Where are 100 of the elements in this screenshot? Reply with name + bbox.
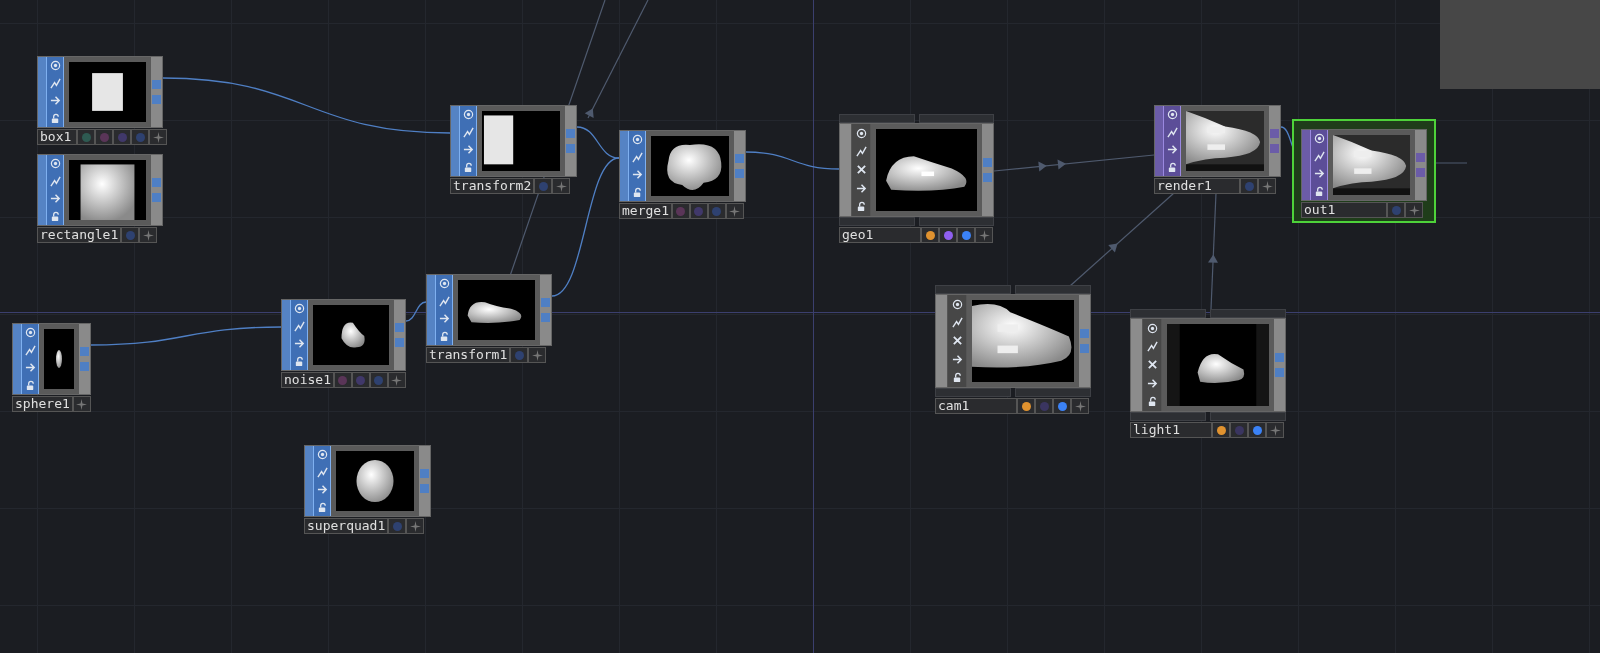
plus-icon[interactable] [409, 520, 421, 532]
bolt-icon[interactable] [24, 344, 36, 356]
operator-node[interactable] [37, 56, 163, 128]
plus-icon[interactable] [978, 229, 990, 241]
arrow-icon[interactable] [49, 95, 61, 107]
arrow-icon[interactable] [855, 182, 867, 194]
plus-icon[interactable] [1408, 204, 1420, 216]
operator-node[interactable] [1154, 105, 1281, 177]
bolt-icon[interactable] [1166, 126, 1178, 138]
bolt-icon[interactable] [49, 77, 61, 89]
plus-icon[interactable] [729, 205, 741, 217]
node-name[interactable]: transform2 [450, 178, 535, 194]
plus-icon[interactable] [391, 374, 403, 386]
lock-icon[interactable] [438, 330, 450, 342]
node-tab[interactable] [1015, 388, 1091, 397]
arrow-icon[interactable] [1313, 168, 1325, 180]
viewer-icon[interactable] [438, 278, 450, 290]
operator-node[interactable] [1130, 318, 1286, 412]
flag-dot[interactable] [125, 230, 135, 240]
plus-icon[interactable] [152, 131, 164, 143]
node-tab[interactable] [918, 217, 994, 226]
bolt-icon[interactable] [293, 320, 305, 332]
operator-node[interactable] [619, 130, 746, 202]
lock-icon[interactable] [49, 112, 61, 124]
viewer-icon[interactable] [631, 134, 643, 146]
node-tab[interactable] [839, 217, 915, 226]
node-name[interactable]: light1 [1130, 422, 1212, 438]
node-name[interactable]: merge1 [619, 203, 672, 219]
lock-icon[interactable] [49, 210, 61, 222]
operator-node[interactable] [304, 445, 431, 517]
input-bar[interactable] [282, 300, 290, 370]
lock-icon[interactable] [24, 379, 36, 391]
node-tab[interactable] [1210, 309, 1286, 318]
plus-icon[interactable] [1261, 180, 1273, 192]
node-name[interactable]: geo1 [839, 227, 921, 243]
lock-icon[interactable] [1166, 161, 1178, 173]
node-name[interactable]: sphere1 [12, 396, 73, 412]
bolt-icon[interactable] [1146, 341, 1158, 353]
flag-dot[interactable] [356, 375, 366, 385]
operator-node[interactable] [839, 123, 994, 217]
arrow-icon[interactable] [1166, 144, 1178, 156]
flag-dot[interactable] [135, 132, 145, 142]
node-tab[interactable] [1015, 285, 1091, 294]
flag-dot[interactable] [538, 181, 548, 191]
bolt-icon[interactable] [438, 295, 450, 307]
arrow-icon[interactable] [462, 144, 474, 156]
bolt-icon[interactable] [631, 151, 643, 163]
flag-dot[interactable] [925, 230, 935, 240]
plus-icon[interactable] [142, 229, 154, 241]
lock-icon[interactable] [855, 201, 867, 213]
close-icon[interactable] [1146, 359, 1158, 371]
flag-dot[interactable] [1244, 181, 1254, 191]
arrow-icon[interactable] [951, 353, 963, 365]
operator-node[interactable] [450, 105, 577, 177]
flag-dot[interactable] [1216, 425, 1226, 435]
bolt-icon[interactable] [462, 126, 474, 138]
arrow-icon[interactable] [293, 338, 305, 350]
plus-icon[interactable] [531, 349, 543, 361]
node-tab[interactable] [1130, 412, 1206, 421]
operator-node[interactable] [12, 323, 91, 395]
node-name[interactable]: cam1 [935, 398, 1017, 414]
close-icon[interactable] [951, 335, 963, 347]
operator-node[interactable] [426, 274, 552, 346]
node-tab[interactable] [1130, 309, 1206, 318]
node-tab[interactable] [935, 388, 1011, 397]
viewer-icon[interactable] [1166, 109, 1178, 121]
node-name[interactable]: out1 [1301, 202, 1387, 218]
arrow-icon[interactable] [24, 362, 36, 374]
input-bar[interactable] [840, 124, 851, 216]
viewer-icon[interactable] [49, 60, 61, 72]
input-bar[interactable] [305, 446, 313, 516]
flag-dot[interactable] [374, 375, 384, 385]
node-tab[interactable] [839, 114, 915, 123]
arrow-icon[interactable] [438, 313, 450, 325]
plus-icon[interactable] [1074, 400, 1086, 412]
input-bar[interactable] [1131, 319, 1142, 411]
node-name[interactable]: rectangle1 [37, 227, 122, 243]
flag-dot[interactable] [514, 350, 524, 360]
lock-icon[interactable] [293, 355, 305, 367]
viewer-icon[interactable] [1313, 133, 1325, 145]
viewer-icon[interactable] [1146, 322, 1158, 334]
input-bar[interactable] [451, 106, 459, 176]
flag-dot[interactable] [694, 206, 704, 216]
lock-icon[interactable] [631, 186, 643, 198]
viewer-icon[interactable] [951, 298, 963, 310]
arrow-icon[interactable] [1146, 377, 1158, 389]
input-bar[interactable] [936, 295, 947, 387]
operator-node[interactable] [935, 294, 1091, 388]
node-name[interactable]: render1 [1154, 178, 1240, 194]
node-tab[interactable] [935, 285, 1011, 294]
viewer-icon[interactable] [316, 449, 328, 461]
arrow-icon[interactable] [49, 193, 61, 205]
bolt-icon[interactable] [49, 175, 61, 187]
input-bar[interactable] [13, 324, 21, 394]
flag-dot[interactable] [961, 230, 971, 240]
plus-icon[interactable] [76, 398, 88, 410]
node-name[interactable]: superquad1 [304, 518, 389, 534]
lock-icon[interactable] [316, 501, 328, 513]
node-name[interactable]: box1 [37, 129, 77, 145]
flag-dot[interactable] [676, 206, 686, 216]
